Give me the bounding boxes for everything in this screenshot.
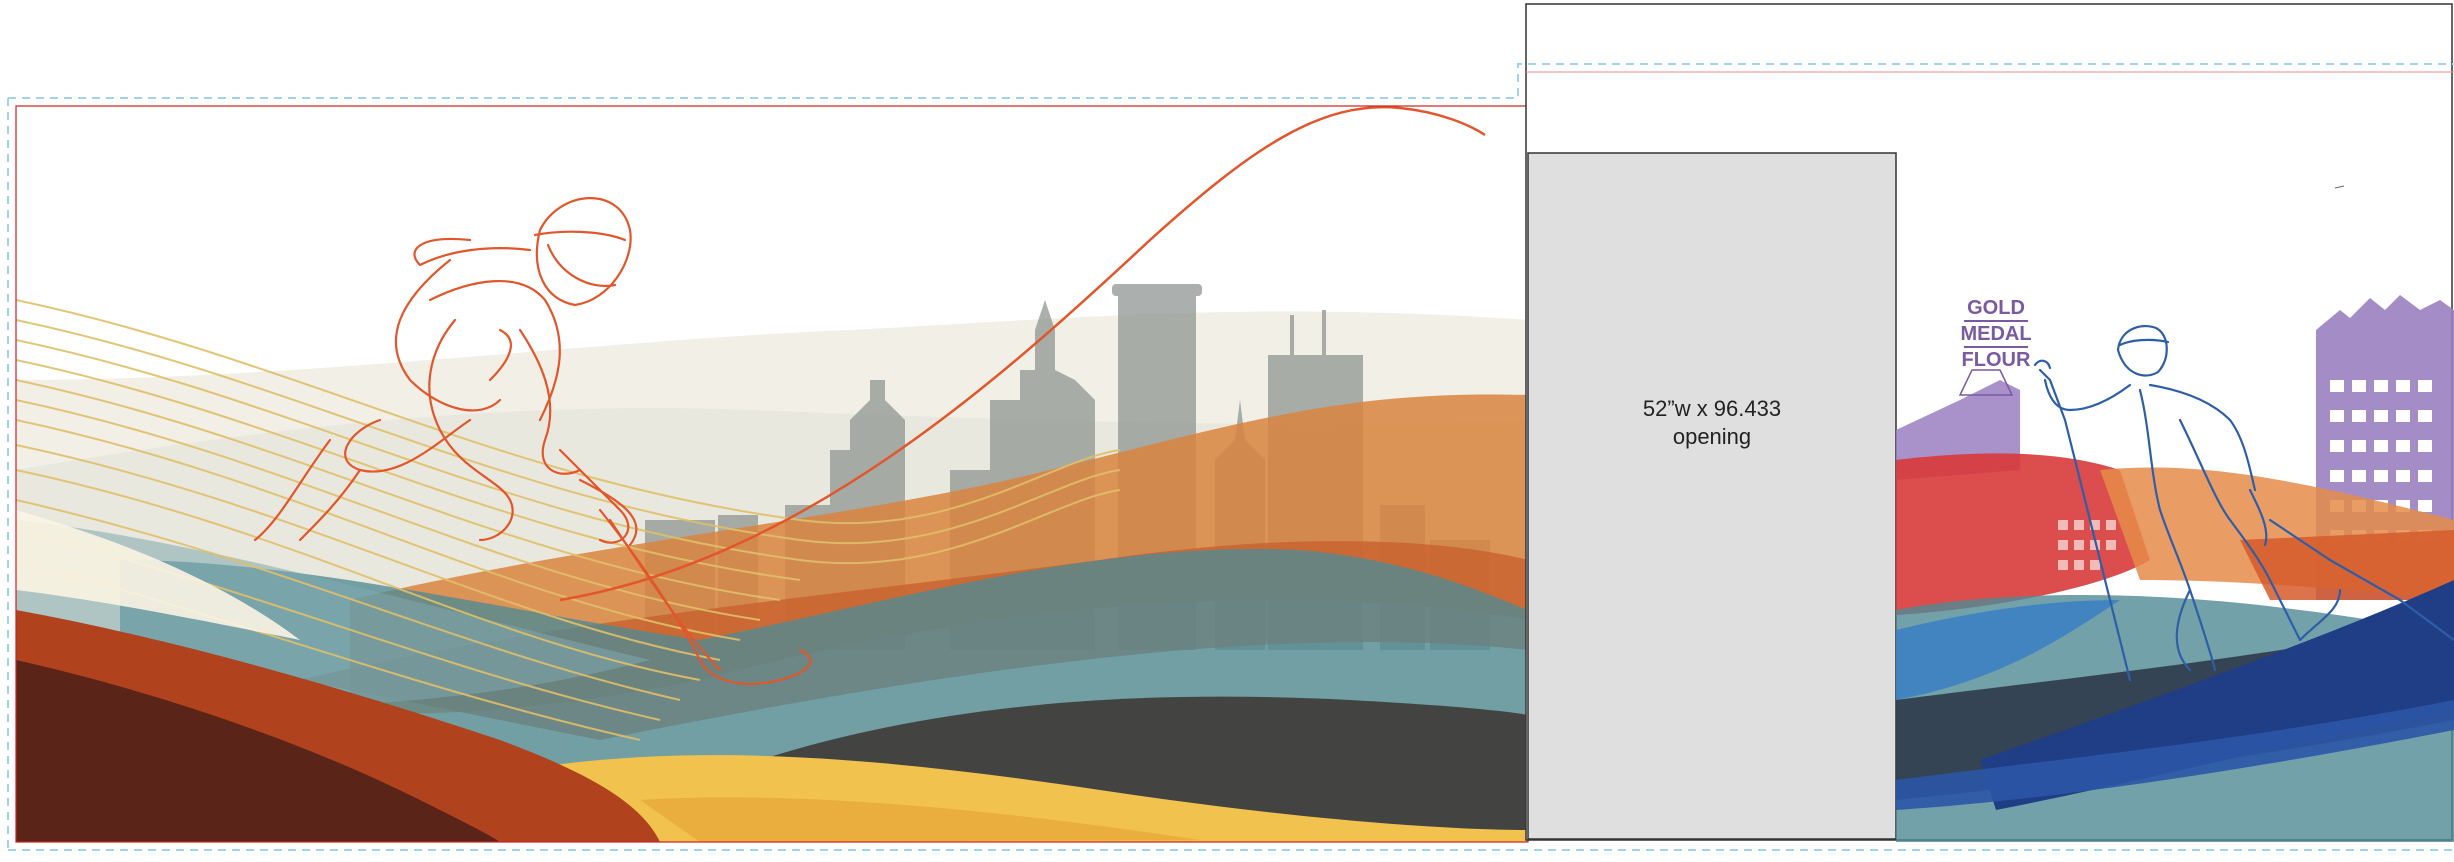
- opening-dimension-label: 52”w x 96.433 opening: [1532, 395, 1892, 451]
- sign-rule: [1964, 320, 2028, 322]
- left-panel: [16, 106, 1528, 842]
- sign-line3: FLOUR: [1961, 349, 2031, 371]
- opening-dimension-line1: 52”w x 96.433: [1642, 396, 1782, 421]
- gold-medal-flour-sign: GOLD MEDAL FLOUR: [1958, 297, 2034, 371]
- orange-red-wash: [2240, 530, 2454, 600]
- mural-scene: [7, 3, 2454, 851]
- sign-rule: [1964, 346, 2028, 348]
- opening-panel: [1527, 152, 1897, 840]
- sign-line2: MEDAL: [1960, 323, 2032, 345]
- mural-artboard: 52”w x 96.433 opening GOLD MEDAL FLOUR: [0, 0, 2454, 862]
- sign-line1: GOLD: [1967, 297, 2025, 319]
- opening-dimension-line2: opening: [1672, 424, 1752, 449]
